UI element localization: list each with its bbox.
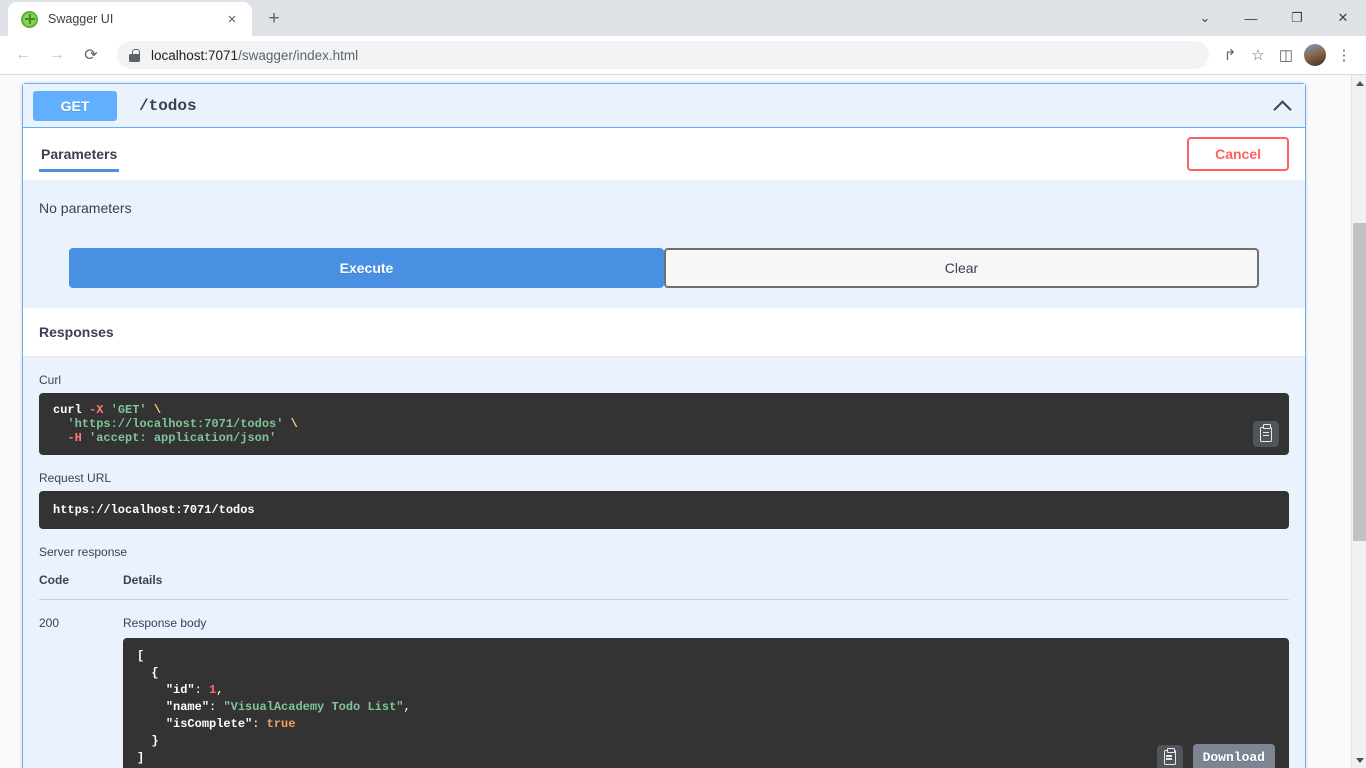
browser-toolbar: ← → ⟳ localhost:7071/swagger/index.html … — [0, 36, 1366, 75]
execute-button[interactable]: Execute — [69, 248, 664, 288]
operation-block-get-todos: GET /todos Parameters Cancel No paramete… — [22, 83, 1306, 768]
browser-menu-icon[interactable]: ⋮ — [1330, 41, 1358, 69]
json-key-name: "name" — [166, 700, 209, 714]
json-open-bracket: [ — [137, 649, 144, 663]
bookmark-star-icon[interactable]: ☆ — [1244, 41, 1272, 69]
json-open-brace: { — [137, 666, 159, 680]
scroll-down-arrow-icon[interactable] — [1352, 752, 1366, 768]
server-response-table: Code Details 200 Response body [ { "id":… — [39, 573, 1289, 768]
tab-search-icon[interactable]: ⌄ — [1182, 0, 1228, 36]
copy-curl-button[interactable] — [1253, 421, 1279, 447]
copy-response-button[interactable] — [1157, 745, 1183, 768]
chevron-up-icon[interactable] — [1273, 96, 1293, 116]
swagger-favicon — [21, 11, 38, 28]
json-key-iscomplete: "isComplete" — [166, 717, 252, 731]
parameters-section: No parameters Execute Clear — [23, 180, 1305, 308]
minimize-window-button[interactable]: — — [1228, 0, 1274, 36]
address-bar-path: /swagger/index.html — [238, 48, 358, 63]
json-key-id: "id" — [166, 683, 195, 697]
browser-tab-title: Swagger UI — [48, 12, 222, 26]
close-window-button[interactable]: ✕ — [1320, 0, 1366, 36]
column-header-details: Details — [123, 573, 1289, 600]
json-value-iscomplete: true — [267, 717, 296, 731]
operation-path: /todos — [139, 97, 1273, 115]
curl-continuation-1: \ — [154, 403, 161, 417]
side-panel-icon[interactable]: ◫ — [1272, 41, 1300, 69]
table-row: 200 Response body [ { "id": 1, "name": "… — [39, 600, 1289, 768]
cancel-button[interactable]: Cancel — [1187, 137, 1289, 171]
curl-label: Curl — [39, 373, 1289, 387]
curl-url: 'https://localhost:7071/todos' — [67, 417, 283, 431]
responses-heading: Responses — [23, 308, 1305, 357]
share-icon[interactable]: ↱ — [1216, 41, 1244, 69]
parameters-tab-row: Parameters Cancel — [23, 128, 1305, 180]
curl-continuation-2: \ — [291, 417, 298, 431]
page-content: GET /todos Parameters Cancel No paramete… — [0, 75, 1366, 768]
page-scrollbar[interactable] — [1351, 75, 1366, 768]
reload-icon[interactable]: ⟳ — [76, 40, 106, 70]
curl-method-value: 'GET' — [111, 403, 147, 417]
clear-button[interactable]: Clear — [664, 248, 1259, 288]
browser-tab-strip: Swagger UI × + ⌄ — ❐ ✕ — [0, 0, 1366, 36]
address-bar[interactable]: localhost:7071/swagger/index.html — [117, 41, 1209, 69]
clipboard-copy-icon — [1164, 750, 1176, 765]
request-url-value: https://localhost:7071/todos — [53, 503, 255, 517]
response-details-cell: Response body [ { "id": 1, "name": "Visu… — [123, 600, 1289, 768]
address-bar-host: localhost:7071 — [151, 48, 238, 63]
clipboard-copy-icon — [1260, 427, 1272, 442]
no-parameters-text: No parameters — [39, 200, 1289, 216]
responses-body: Curl curl -X 'GET' \ 'https://localhost:… — [23, 357, 1305, 768]
operation-body: Parameters Cancel No parameters Execute … — [23, 128, 1305, 768]
response-code: 200 — [39, 600, 123, 768]
http-method-badge: GET — [33, 91, 117, 121]
response-body-label: Response body — [123, 616, 1289, 630]
curl-command: curl — [53, 403, 82, 417]
column-header-code: Code — [39, 573, 123, 600]
lock-icon — [129, 49, 140, 62]
download-button[interactable]: Download — [1193, 744, 1275, 768]
response-body-json: [ { "id": 1, "name": "VisualAcademy Todo… — [123, 638, 1289, 768]
json-value-name: "VisualAcademy Todo List" — [223, 700, 403, 714]
request-url-label: Request URL — [39, 471, 1289, 485]
response-body-actions: Download — [1157, 744, 1275, 768]
address-bar-url: localhost:7071/swagger/index.html — [151, 48, 358, 63]
scrollbar-thumb[interactable] — [1353, 223, 1366, 541]
scroll-up-arrow-icon[interactable] — [1352, 75, 1366, 91]
profile-avatar[interactable] — [1304, 44, 1326, 66]
close-tab-icon[interactable]: × — [222, 9, 242, 29]
json-value-id: 1 — [209, 683, 216, 697]
json-close-bracket: ] — [137, 751, 144, 765]
browser-tab-swagger-ui[interactable]: Swagger UI × — [8, 2, 252, 36]
tab-parameters[interactable]: Parameters — [39, 128, 119, 180]
table-header-row: Code Details — [39, 573, 1289, 600]
operation-summary-header[interactable]: GET /todos — [23, 84, 1305, 128]
curl-method-flag: -X — [89, 403, 103, 417]
curl-header-flag: -H — [67, 431, 81, 445]
forward-icon[interactable]: → — [42, 40, 72, 70]
restore-window-button[interactable]: ❐ — [1274, 0, 1320, 36]
swagger-ui-root: GET /todos Parameters Cancel No paramete… — [0, 75, 1351, 768]
window-controls: ⌄ — ❐ ✕ — [1182, 0, 1366, 36]
curl-code-block: curl -X 'GET' \ 'https://localhost:7071/… — [39, 393, 1289, 455]
new-tab-button[interactable]: + — [260, 5, 288, 33]
back-icon[interactable]: ← — [8, 40, 38, 70]
curl-header-value: 'accept: application/json' — [89, 431, 276, 445]
request-url-block: https://localhost:7071/todos — [39, 491, 1289, 529]
json-close-brace: } — [137, 734, 159, 748]
server-response-label: Server response — [39, 545, 1289, 559]
execute-clear-row: Execute Clear — [39, 216, 1289, 308]
